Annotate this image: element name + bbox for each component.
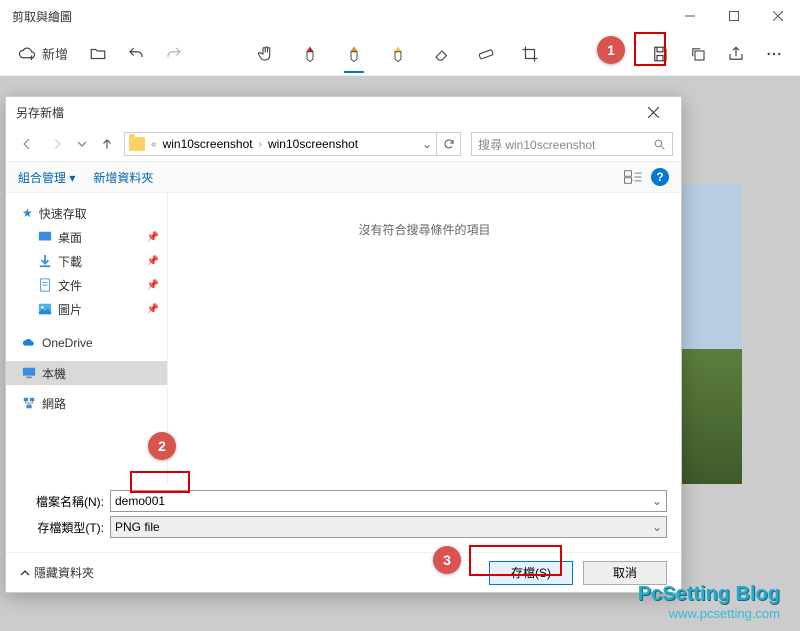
nav-sidebar: ★快速存取 桌面📌 下載📌 文件📌 圖片📌 OneDrive 本機 網路: [6, 193, 168, 484]
pin-icon: 📌: [147, 232, 159, 243]
sidebar-item-onedrive[interactable]: OneDrive: [6, 331, 167, 355]
sidebar-item-network[interactable]: 網路: [6, 391, 167, 415]
more-button[interactable]: [756, 36, 792, 72]
chevron-up-icon: [20, 568, 30, 578]
redo-button[interactable]: [156, 36, 192, 72]
crop-icon: [521, 45, 539, 63]
touch-writing-button[interactable]: [248, 36, 284, 72]
cancel-button[interactable]: 取消: [583, 561, 667, 585]
arrow-up-icon: [100, 137, 114, 151]
main-toolbar: 新增: [0, 32, 800, 76]
save-dialog: 另存新檔 « win10screenshot › win10screenshot…: [5, 96, 682, 593]
path-segment[interactable]: win10screenshot: [163, 137, 253, 151]
star-icon: ★: [22, 206, 33, 220]
computer-icon: [22, 366, 36, 380]
hide-folders-toggle[interactable]: 隱藏資料夾: [20, 564, 94, 581]
sidebar-item-pictures[interactable]: 圖片📌: [6, 297, 167, 321]
network-icon: [22, 396, 36, 410]
sidebar-item-thispc[interactable]: 本機: [6, 361, 167, 385]
arrow-left-icon: [20, 137, 34, 151]
close-button[interactable]: [756, 0, 800, 32]
eraser-button[interactable]: [424, 36, 460, 72]
help-button[interactable]: ?: [651, 168, 669, 186]
nav-back-button[interactable]: [14, 131, 40, 157]
copy-icon: [689, 45, 707, 63]
sidebar-item-quick-access[interactable]: ★快速存取: [6, 201, 167, 225]
file-list-area[interactable]: 沒有符合搜尋條件的項目: [168, 193, 681, 484]
view-options-button[interactable]: [623, 170, 643, 184]
desktop-icon: [38, 230, 52, 244]
save-confirm-button[interactable]: 存檔(S): [489, 561, 573, 585]
filename-input[interactable]: demo001⌄: [110, 490, 667, 512]
undo-button[interactable]: [118, 36, 154, 72]
pen-orange-icon: [345, 45, 363, 63]
annotation-badge: 2: [148, 432, 176, 460]
titlebar: 剪取與繪圖: [0, 0, 800, 32]
share-icon: [727, 45, 745, 63]
redo-icon: [165, 45, 183, 63]
annotation-badge: 1: [597, 36, 625, 64]
save-button[interactable]: [642, 36, 678, 72]
filetype-label: 存檔類型(T):: [20, 519, 104, 536]
share-button[interactable]: [718, 36, 754, 72]
arrow-right-icon: [50, 137, 64, 151]
annotation-badge: 3: [433, 546, 461, 574]
search-icon: [653, 138, 666, 151]
more-icon: [765, 45, 783, 63]
filetype-select[interactable]: PNG file⌄: [110, 516, 667, 538]
nav-up-button[interactable]: [94, 131, 120, 157]
pen-red-icon: [301, 45, 319, 63]
maximize-button[interactable]: [712, 0, 756, 32]
pin-icon: 📌: [147, 304, 159, 315]
organize-menu[interactable]: 組合管理 ▾: [18, 169, 75, 186]
close-icon: [648, 107, 659, 118]
cloud-plus-icon: [18, 45, 36, 63]
chevron-down-icon[interactable]: ⌄: [422, 137, 432, 151]
hand-icon: [257, 45, 275, 63]
minimize-button[interactable]: [668, 0, 712, 32]
search-input[interactable]: 搜尋 win10screenshot: [471, 132, 673, 156]
refresh-icon: [443, 138, 455, 150]
highlighter-button[interactable]: [380, 36, 416, 72]
save-icon: [651, 45, 669, 63]
new-folder-button[interactable]: 新增資料夾: [93, 169, 153, 186]
nav-forward-button[interactable]: [44, 131, 70, 157]
cloud-icon: [22, 336, 36, 350]
path-segment[interactable]: win10screenshot: [268, 137, 358, 151]
chevron-down-icon: [77, 139, 87, 149]
new-button[interactable]: 新增: [8, 36, 78, 72]
sidebar-item-downloads[interactable]: 下載📌: [6, 249, 167, 273]
folder-icon: [129, 137, 145, 151]
document-icon: [38, 278, 52, 292]
chevron-down-icon[interactable]: ⌄: [652, 520, 662, 534]
pencil-button[interactable]: [336, 36, 372, 72]
ballpoint-pen-button[interactable]: [292, 36, 328, 72]
new-label: 新增: [42, 44, 68, 63]
folder-icon: [89, 45, 107, 63]
chevron-down-icon[interactable]: ⌄: [652, 494, 662, 508]
watermark: PcSetting Blog www.pcsetting.com: [638, 583, 780, 621]
highlighter-icon: [389, 45, 407, 63]
dialog-title: 另存新檔: [16, 104, 635, 121]
ruler-icon: [477, 45, 495, 63]
pin-icon: 📌: [147, 256, 159, 267]
picture-icon: [38, 302, 52, 316]
copy-button[interactable]: [680, 36, 716, 72]
ruler-button[interactable]: [468, 36, 504, 72]
app-title: 剪取與繪圖: [12, 8, 668, 25]
empty-message: 沒有符合搜尋條件的項目: [358, 221, 490, 238]
pin-icon: 📌: [147, 280, 159, 291]
dialog-close-button[interactable]: [635, 97, 671, 127]
undo-icon: [127, 45, 145, 63]
filename-label: 檔案名稱(N):: [20, 493, 104, 510]
open-button[interactable]: [80, 36, 116, 72]
nav-recent-button[interactable]: [74, 131, 90, 157]
address-bar[interactable]: « win10screenshot › win10screenshot ⌄: [124, 132, 437, 156]
sidebar-item-documents[interactable]: 文件📌: [6, 273, 167, 297]
sidebar-item-desktop[interactable]: 桌面📌: [6, 225, 167, 249]
crop-button[interactable]: [512, 36, 548, 72]
refresh-button[interactable]: [437, 132, 461, 156]
eraser-icon: [433, 45, 451, 63]
download-icon: [38, 254, 52, 268]
